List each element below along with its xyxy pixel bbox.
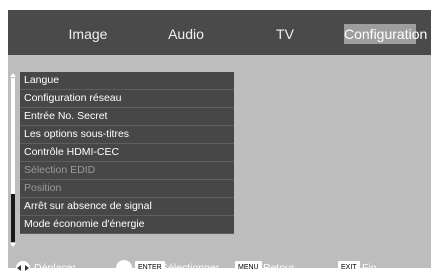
tab-audio[interactable]: Audio <box>161 24 211 44</box>
move-hint-label: Déplacer <box>34 262 77 274</box>
settings-menu-list: Langue Configuration réseau Entrée No. S… <box>20 72 234 234</box>
menu-item-options-sous-titres[interactable]: Les options sous-titres <box>20 126 234 144</box>
menu-item-selection-edid: Sélection EDID <box>20 162 234 180</box>
exit-key-badge: EXIT <box>338 261 360 274</box>
navigation-arrows-icon <box>16 261 30 275</box>
tab-tv[interactable]: TV <box>270 24 300 44</box>
scroll-up-arrow-icon[interactable] <box>10 73 16 77</box>
menu-item-arret-absence-signal[interactable]: Arrêt sur absence de signal <box>20 198 234 216</box>
back-hint-label: Retour <box>263 262 295 274</box>
tab-bar: Image Audio TV Configuration <box>8 10 431 55</box>
menu-item-position: Position <box>20 180 234 198</box>
tv-menu-screen: Image Audio TV Configuration Langue Conf… <box>8 10 431 276</box>
key-hints-bar: Déplacer ENTER Sélectionner MENU Retour … <box>8 258 431 278</box>
menu-item-entree-no-secret[interactable]: Entrée No. Secret <box>20 108 234 126</box>
scroll-down-arrow-icon[interactable] <box>10 243 16 247</box>
scrollbar-thumb[interactable] <box>11 194 15 242</box>
tab-image[interactable]: Image <box>58 24 118 44</box>
exit-hint-label: Fin <box>362 262 377 274</box>
menu-item-configuration-reseau[interactable]: Configuration réseau <box>20 90 234 108</box>
menu-item-mode-economie-energie[interactable]: Mode économie d'énergie <box>20 216 234 234</box>
select-hint-label: Sélectionner <box>161 262 220 274</box>
tab-configuration[interactable]: Configuration <box>344 24 427 44</box>
menu-item-langue[interactable]: Langue <box>20 72 234 90</box>
menu-key-badge: MENU <box>235 261 262 274</box>
menu-item-controle-hdmi-cec[interactable]: Contrôle HDMI-CEC <box>20 144 234 162</box>
